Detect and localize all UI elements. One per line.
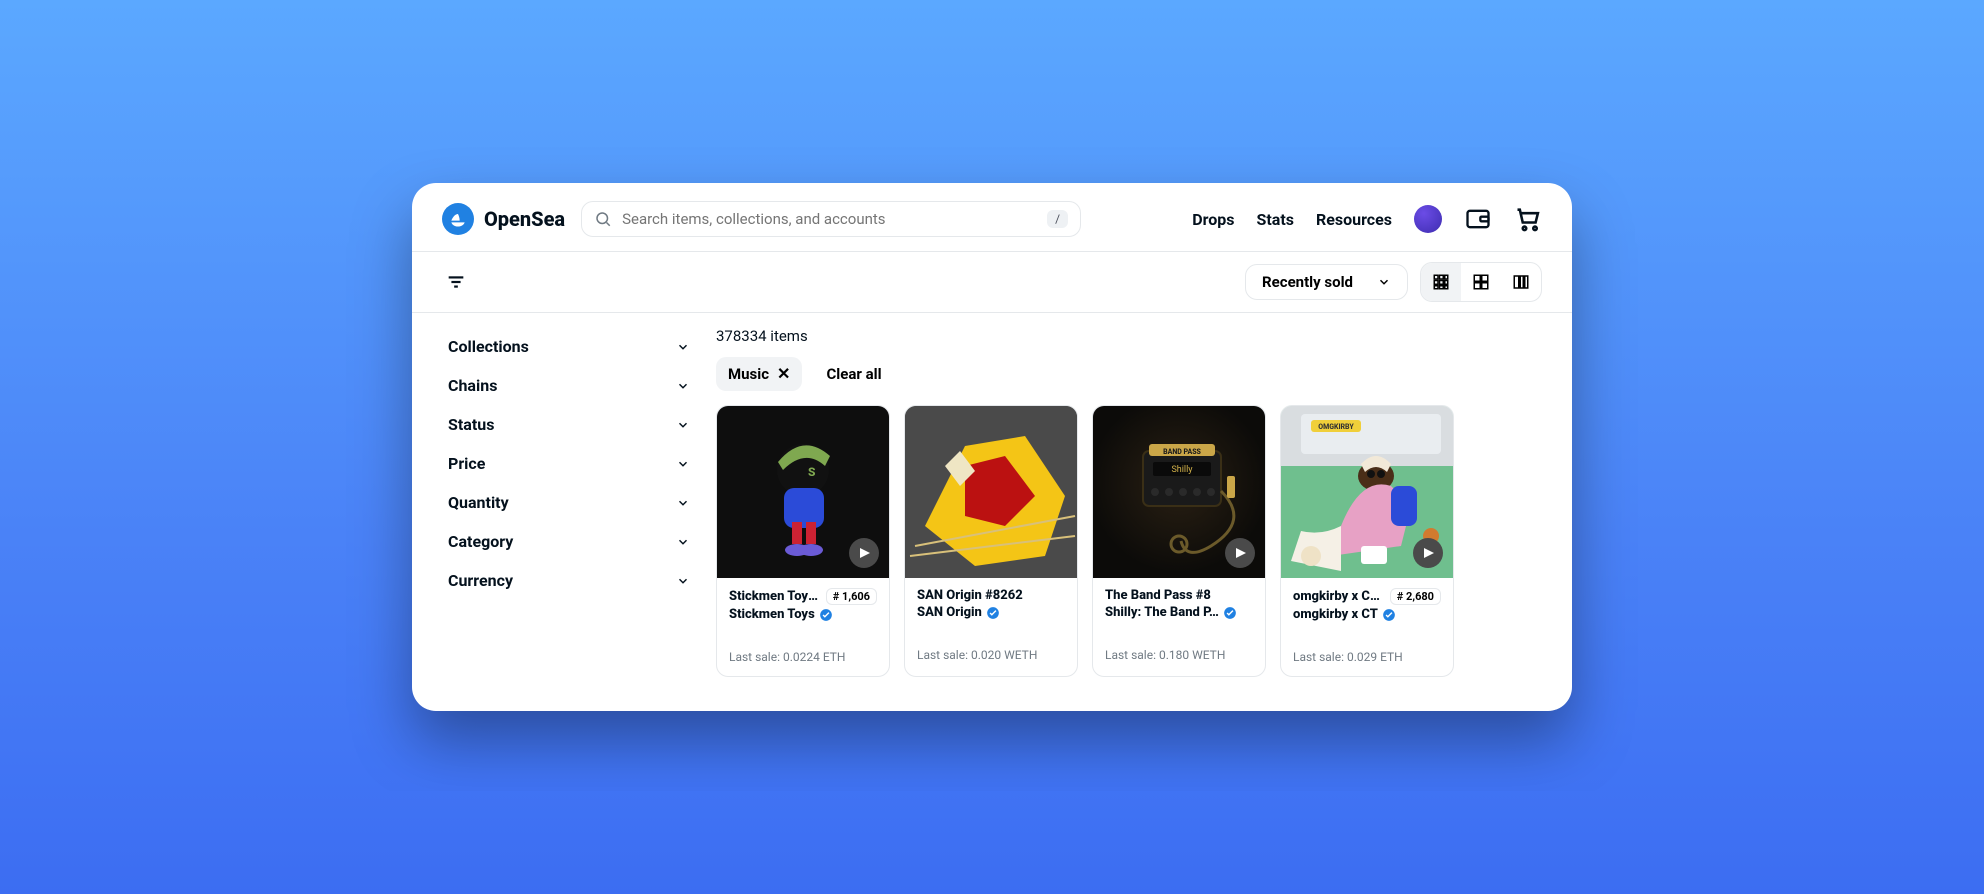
- results: 378334 items Music ✕ Clear all: [708, 313, 1572, 711]
- nft-tile[interactable]: SAN Origin #8262 SAN Origin Last sale: 0…: [904, 405, 1078, 677]
- nft-thumbnail: + S: [717, 406, 889, 578]
- search-input[interactable]: [622, 210, 1037, 228]
- body: Collections Chains Status Price Quantity…: [412, 313, 1572, 711]
- chevron-down-icon: [676, 457, 690, 471]
- nft-name: SAN Origin #8262: [917, 588, 1023, 603]
- avatar[interactable]: [1414, 205, 1442, 233]
- chip-music[interactable]: Music ✕: [716, 357, 802, 391]
- facet-price[interactable]: Price: [442, 444, 696, 483]
- play-icon[interactable]: [1413, 538, 1443, 568]
- nft-thumbnail: OMGKIRBY: [1281, 406, 1453, 578]
- facet-chains[interactable]: Chains: [442, 366, 696, 405]
- nav-stats[interactable]: Stats: [1257, 210, 1294, 229]
- play-icon[interactable]: [1225, 538, 1255, 568]
- last-sale: Last sale: 0.180 WETH: [1105, 648, 1253, 662]
- play-icon[interactable]: [849, 538, 879, 568]
- last-sale: Last sale: 0.0224 ETH: [729, 650, 877, 664]
- rank-badge: # 1,606: [826, 588, 877, 605]
- verified-icon: [1382, 608, 1396, 622]
- facet-collections[interactable]: Collections: [442, 327, 696, 366]
- collection-name: Stickmen Toys: [729, 607, 815, 622]
- cart-icon[interactable]: [1514, 205, 1542, 233]
- opensea-logo-icon: [442, 203, 474, 235]
- nft-tile[interactable]: + S Stickmen Toy #… # 1,606 Stickme: [716, 405, 890, 677]
- app-window: OpenSea / Drops Stats Resources: [412, 183, 1572, 711]
- sort-label: Recently sold: [1262, 273, 1353, 291]
- last-sale: Last sale: 0.029 ETH: [1293, 650, 1441, 664]
- facet-label: Price: [448, 454, 485, 473]
- nft-thumbnail: [905, 406, 1077, 578]
- view-switcher: [1420, 262, 1542, 302]
- filter-toggle-icon[interactable]: [442, 268, 470, 296]
- chevron-down-icon: [676, 379, 690, 393]
- verified-icon: [1223, 606, 1237, 620]
- nav-resources[interactable]: Resources: [1316, 210, 1392, 229]
- nft-name: omgkirby x Ch…: [1293, 589, 1384, 604]
- topbar: OpenSea / Drops Stats Resources: [412, 183, 1572, 251]
- close-icon[interactable]: ✕: [777, 366, 790, 382]
- facet-label: Collections: [448, 337, 529, 356]
- search-box[interactable]: /: [581, 201, 1081, 237]
- facet-status[interactable]: Status: [442, 405, 696, 444]
- chevron-down-icon: [676, 574, 690, 588]
- wallet-icon[interactable]: [1464, 205, 1492, 233]
- sort-dropdown[interactable]: Recently sold: [1245, 264, 1408, 300]
- facet-label: Category: [448, 532, 513, 551]
- nav-links: Drops Stats Resources: [1192, 205, 1542, 233]
- chevron-down-icon: [676, 535, 690, 549]
- chip-label: Music: [728, 365, 769, 383]
- chevron-down-icon: [676, 496, 690, 510]
- facet-quantity[interactable]: Quantity: [442, 483, 696, 522]
- facet-label: Status: [448, 415, 494, 434]
- svg-text:OMGKIRBY: OMGKIRBY: [1318, 423, 1354, 431]
- view-list[interactable]: [1501, 263, 1541, 301]
- svg-text:+: +: [810, 446, 818, 462]
- search-shortcut: /: [1047, 210, 1068, 228]
- filter-chips: Music ✕ Clear all: [716, 357, 1542, 391]
- nft-tile[interactable]: OMGKIRBY: [1280, 405, 1454, 677]
- verified-icon: [819, 608, 833, 622]
- collection-name: Shilly: The Band P…: [1105, 605, 1219, 620]
- nft-tile[interactable]: BAND PASS Shilly: [1092, 405, 1266, 677]
- facet-label: Quantity: [448, 493, 509, 512]
- svg-text:BAND PASS: BAND PASS: [1163, 448, 1201, 456]
- svg-text:Shilly: Shilly: [1171, 465, 1193, 475]
- brand-name: OpenSea: [484, 207, 565, 231]
- nft-thumbnail: BAND PASS Shilly: [1093, 406, 1265, 578]
- facet-label: Chains: [448, 376, 497, 395]
- results-count: 378334 items: [716, 327, 1542, 345]
- toolbar: Recently sold: [412, 252, 1572, 313]
- svg-text:S: S: [808, 465, 816, 479]
- view-grid-large[interactable]: [1461, 263, 1501, 301]
- chevron-down-icon: [676, 418, 690, 432]
- view-grid-small[interactable]: [1421, 263, 1461, 301]
- chevron-down-icon: [676, 340, 690, 354]
- collection-name: omgkirby x CT: [1293, 607, 1378, 622]
- facet-label: Currency: [448, 571, 513, 590]
- nft-name: The Band Pass #8: [1105, 588, 1211, 603]
- facet-currency[interactable]: Currency: [442, 561, 696, 600]
- results-grid: + S Stickmen Toy #… # 1,606 Stickme: [716, 405, 1542, 677]
- last-sale: Last sale: 0.020 WETH: [917, 648, 1065, 662]
- sidebar: Collections Chains Status Price Quantity…: [412, 313, 708, 711]
- verified-icon: [986, 606, 1000, 620]
- facet-category[interactable]: Category: [442, 522, 696, 561]
- collection-name: SAN Origin: [917, 605, 982, 620]
- chevron-down-icon: [1377, 275, 1391, 289]
- clear-all[interactable]: Clear all: [826, 365, 881, 383]
- rank-badge: # 2,680: [1390, 588, 1441, 605]
- brand[interactable]: OpenSea: [442, 203, 565, 235]
- nav-drops[interactable]: Drops: [1192, 210, 1234, 229]
- nft-name: Stickmen Toy #…: [729, 589, 820, 604]
- search-icon: [594, 210, 612, 228]
